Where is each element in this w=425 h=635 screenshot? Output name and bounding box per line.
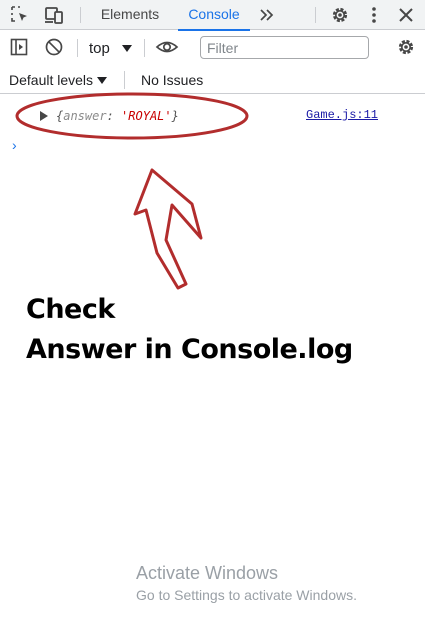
console-settings-gear-icon[interactable] [394, 35, 418, 59]
console-prompt[interactable]: › [12, 137, 17, 153]
live-expression-eye-icon[interactable] [155, 35, 179, 59]
object-colon: : [106, 109, 122, 123]
toolbar-separator [144, 39, 145, 57]
filter-input[interactable] [201, 37, 368, 58]
clear-console-icon[interactable] [42, 35, 66, 59]
source-link[interactable]: Game.js:11 [306, 108, 378, 122]
dropdown-caret-icon [121, 40, 132, 57]
object-key: answer [63, 109, 107, 123]
tab-separator [315, 7, 316, 23]
log-levels-dropdown[interactable]: Default levels [9, 72, 108, 88]
annotation-arrow [133, 168, 203, 290]
issues-counter[interactable]: No Issues [141, 72, 203, 88]
device-toggle-icon[interactable] [42, 3, 66, 27]
more-vertical-icon[interactable] [362, 3, 386, 27]
tab-elements[interactable]: Elements [90, 0, 170, 30]
annotation-text: Check Answer in Console.log [26, 290, 353, 370]
tab-console-label: Console [188, 6, 240, 22]
log-levels-label: Default levels [9, 72, 94, 88]
expand-triangle-icon[interactable] [40, 110, 48, 124]
console-toolbar: top [0, 31, 425, 65]
chevrons-right-icon[interactable] [255, 3, 279, 27]
sidebar-toggle-icon[interactable] [7, 35, 31, 59]
object-value: 'ROYAL' [121, 109, 172, 123]
tab-elements-label: Elements [100, 6, 160, 22]
watermark-subtitle: Go to Settings to activate Windows. [136, 587, 357, 603]
levels-caret-icon [97, 72, 108, 88]
inspect-element-icon[interactable] [8, 3, 32, 27]
levels-separator [124, 71, 125, 89]
tab-separator [80, 7, 81, 23]
context-selector[interactable]: top [89, 37, 132, 59]
prompt-chevron-icon: › [12, 137, 17, 153]
filter-field[interactable] [200, 36, 369, 59]
console-message: {answer: 'ROYAL'} Game.js:11 [0, 105, 425, 127]
windows-activation-watermark: Activate Windows Go to Settings to activ… [136, 562, 357, 606]
settings-gear-icon[interactable] [328, 3, 352, 27]
watermark-title: Activate Windows [136, 563, 279, 583]
logged-object[interactable]: {answer: 'ROYAL'} [56, 109, 179, 123]
annotation-line-1: Check [26, 294, 115, 325]
object-brace-close: } [171, 109, 179, 123]
tab-console[interactable]: Console [178, 0, 250, 31]
devtools-tab-bar: Elements Console [0, 0, 425, 31]
console-levels-row: Default levels No Issues [0, 66, 425, 94]
close-icon[interactable] [394, 3, 418, 27]
annotation-line-2: Answer in Console.log [26, 334, 353, 365]
context-selector-value: top [89, 39, 110, 57]
toolbar-separator [77, 39, 78, 57]
